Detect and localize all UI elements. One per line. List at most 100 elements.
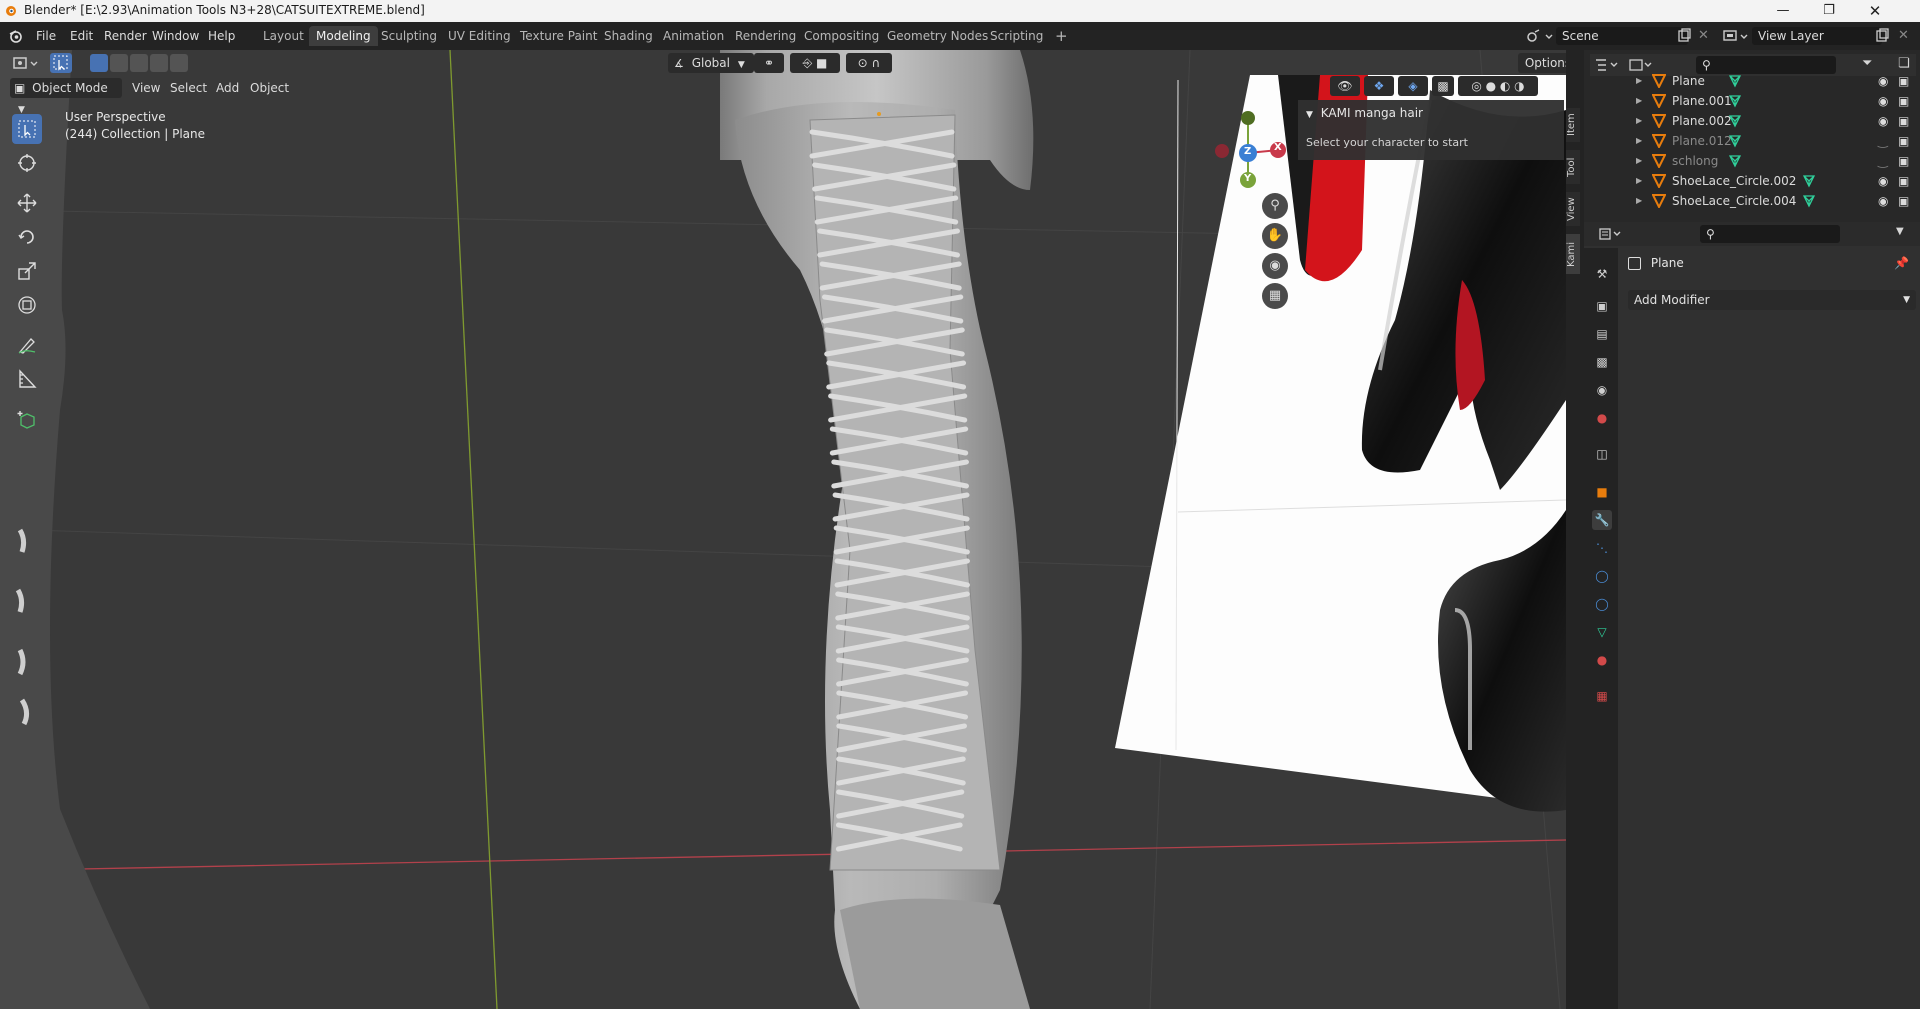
outliner-row-name[interactable]: Plane.002 [1672,111,1732,131]
eye-closed-icon[interactable]: ‿ [1878,151,1888,171]
tab-kami[interactable]: Kami [1566,234,1580,274]
minimize-button[interactable]: — [1760,0,1806,22]
expand-arrow-icon[interactable]: ▶ [1636,191,1642,211]
navigation-gizmo[interactable]: X Y Z [1206,106,1296,196]
eye-closed-icon[interactable]: ‿ [1878,131,1888,151]
add-workspace-button[interactable]: + [1048,26,1075,46]
tab-uv-editing[interactable]: UV Editing [441,26,518,46]
snapping-toggle[interactable]: ⎆ ■ [790,53,840,73]
add-modifier-dropdown[interactable]: Add Modifier ▼ [1628,290,1916,310]
tab-geometry-nodes[interactable]: Geometry Nodes [880,26,995,46]
expand-arrow-icon[interactable]: ▶ [1636,91,1642,111]
menu-object[interactable]: Object [244,78,295,98]
tab-constraints[interactable]: ◯ [1592,594,1612,614]
menu-add[interactable]: Add [210,78,245,98]
menu-select[interactable]: Select [164,78,213,98]
menu-edit[interactable]: Edit [64,27,99,45]
view-layer-name-field[interactable]: View Layer [1752,27,1882,45]
menu-render[interactable]: Render [98,27,153,45]
tab-shading[interactable]: Shading [597,26,660,46]
close-window-button[interactable]: ✕ [1852,0,1898,22]
properties-editor-icon[interactable] [1598,226,1624,242]
object-mode-dropdown[interactable]: ▣ Object Mode ▼ [10,78,122,115]
rotate-tool[interactable] [12,222,42,252]
select-intersect-button[interactable] [170,54,188,72]
eye-icon[interactable]: ◉ [1878,191,1888,211]
annotate-tool[interactable] [12,330,42,360]
select-invert-button[interactable] [150,54,168,72]
tab-scripting[interactable]: Scripting [983,26,1050,46]
move-tool[interactable] [12,188,42,218]
camera-render-icon[interactable]: ▣ [1898,191,1909,211]
add-cube-tool[interactable] [12,404,42,434]
tab-compositing[interactable]: Compositing [797,26,886,46]
camera-render-icon[interactable]: ▣ [1898,171,1909,191]
pin-icon[interactable]: 📌 [1894,256,1909,270]
tab-object-data[interactable]: ▽ [1592,622,1612,642]
tab-modeling[interactable]: Modeling [309,26,378,46]
tab-object[interactable]: ■ [1592,482,1612,502]
transform-orientation-dropdown[interactable]: ∡ Global ▼ [668,53,754,73]
kami-panel-header[interactable]: ▼ KAMI manga hair [1306,106,1423,120]
outliner-row-name[interactable]: ShoeLace_Circle.004 [1672,191,1796,211]
tab-animation[interactable]: Animation [656,26,731,46]
xray-toggle[interactable]: ▩ [1432,76,1454,96]
menu-help[interactable]: Help [202,27,241,45]
camera-view-button[interactable]: ◉ [1262,253,1288,279]
outliner-row-name[interactable]: ShoeLace_Circle.002 [1672,171,1796,191]
view-layer-selector-icon[interactable] [1722,28,1750,44]
menu-window[interactable]: Window [146,27,205,45]
blender-menu-icon[interactable] [8,28,24,44]
cursor-tool[interactable] [12,148,42,178]
tab-scene[interactable]: ◉ [1592,380,1612,400]
tab-physics[interactable]: ◯ [1592,566,1612,586]
tab-view-layer[interactable]: ▩ [1592,352,1612,372]
select-extend-button[interactable] [110,54,128,72]
tab-view[interactable]: View [1566,192,1580,226]
expand-arrow-icon[interactable]: ▶ [1636,151,1642,171]
chevron-down-icon[interactable]: ▼ [1896,226,1904,237]
pan-gizmo-button[interactable]: ✋ [1262,223,1288,249]
camera-render-icon[interactable]: ▣ [1898,151,1909,171]
expand-arrow-icon[interactable]: ▶ [1636,111,1642,131]
mesh-data-icon[interactable] [1728,74,1742,88]
outliner-row[interactable]: ▶ schlong ‿ ▣ [1584,151,1920,171]
tab-tool-settings[interactable]: ⚒ [1592,264,1612,284]
perspective-toggle-button[interactable]: ▦ [1262,283,1288,309]
eye-icon[interactable]: ◉ [1878,71,1888,91]
tab-world[interactable]: ● [1592,408,1612,428]
camera-render-icon[interactable]: ▣ [1898,131,1909,151]
properties-search-input[interactable]: ⚲ [1700,225,1840,243]
tab-output[interactable]: ▤ [1592,324,1612,344]
tab-material[interactable]: ● [1592,650,1612,670]
scene-selector-icon[interactable] [1526,28,1554,44]
outliner-row-name[interactable]: Plane.001 [1672,91,1732,111]
expand-arrow-icon[interactable]: ▶ [1636,131,1642,151]
select-subtract-button[interactable] [130,54,148,72]
tab-particles[interactable]: ⋱ [1592,538,1612,558]
outliner-row-name[interactable]: Plane [1672,71,1705,91]
delete-view-layer-icon[interactable]: ✕ [1898,28,1909,43]
visibility-dropdown[interactable]: 👁 [1330,76,1360,96]
new-view-layer-icon[interactable] [1874,28,1890,44]
mesh-data-icon[interactable] [1802,194,1816,208]
camera-render-icon[interactable]: ▣ [1898,111,1909,131]
menu-file[interactable]: File [30,27,62,45]
new-collection-icon[interactable]: ❏ [1898,56,1910,71]
overlay-toggle[interactable]: ◈ [1398,76,1428,96]
expand-arrow-icon[interactable]: ▶ [1636,171,1642,191]
outliner-row[interactable]: ▶ Plane ◉ ▣ [1584,71,1920,91]
select-mode-button[interactable] [50,53,72,73]
camera-render-icon[interactable]: ▣ [1898,91,1909,111]
tab-item[interactable]: Item [1566,108,1580,142]
zoom-gizmo-button[interactable]: ⚲ [1262,193,1288,219]
eye-icon[interactable]: ◉ [1878,111,1888,131]
tab-layout[interactable]: Layout [256,26,311,46]
mesh-data-icon[interactable] [1728,114,1742,128]
tab-texture-paint[interactable]: Texture Paint [513,26,604,46]
mesh-data-icon[interactable] [1802,174,1816,188]
select-new-button[interactable] [90,54,108,72]
measure-tool[interactable] [12,364,42,394]
tab-modifiers[interactable]: 🔧 [1592,510,1612,530]
outliner-row-name[interactable]: Plane.012 [1672,131,1732,151]
